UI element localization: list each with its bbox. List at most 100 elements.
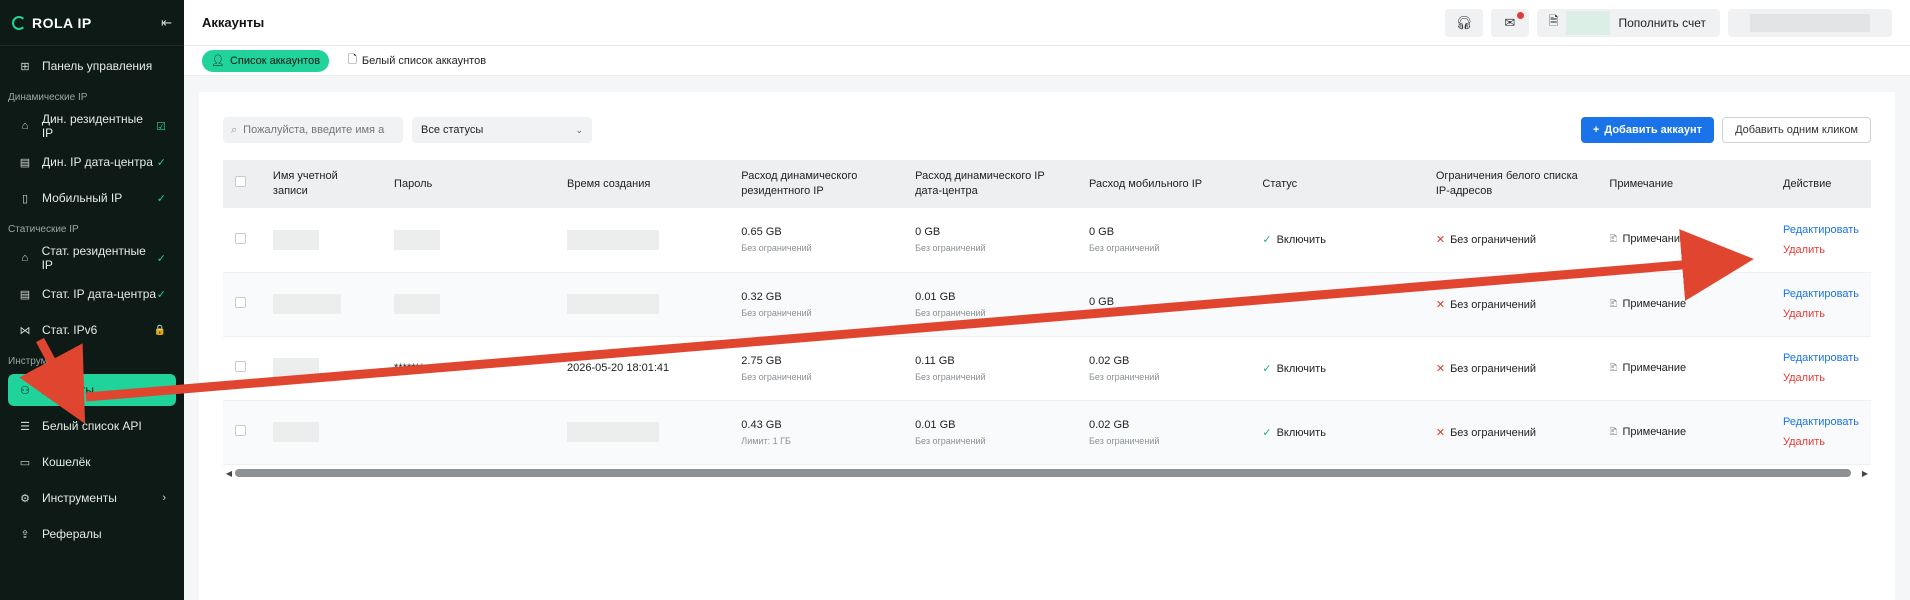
messages-button[interactable]: ✉ bbox=[1490, 8, 1529, 37]
status-cell[interactable] bbox=[1250, 272, 1423, 336]
status-select[interactable]: Все статусы ⌄ bbox=[412, 117, 592, 143]
sidebar-item[interactable]: ⌂ Стат. резидентные IP ✓ bbox=[8, 242, 176, 274]
mobile-usage-cell: 0.02 GB Без ограничений bbox=[1077, 400, 1250, 464]
col-header[interactable]: Имя учетной записи bbox=[260, 160, 383, 208]
server-icon: ▤ bbox=[19, 288, 31, 301]
select-cell[interactable] bbox=[223, 272, 261, 336]
tab-account-list[interactable]: 👤︎ Список аккаунтов bbox=[202, 49, 330, 72]
horizontal-scrollbar[interactable]: ◀ ▶ bbox=[223, 466, 1871, 480]
dc-limit: Без ограничений bbox=[915, 371, 986, 382]
status-cell[interactable]: ✓ Включить bbox=[1250, 336, 1423, 400]
col-header[interactable]: Ограничения белого списка IP-адресов bbox=[1423, 160, 1598, 208]
whitelist-value: Без ограничений bbox=[1450, 426, 1537, 439]
scroll-thumb[interactable] bbox=[235, 469, 1851, 477]
network-icon: ⋈ bbox=[19, 324, 31, 337]
check-icon: ✓ bbox=[156, 156, 166, 169]
row-checkbox[interactable] bbox=[235, 232, 246, 244]
row-checkbox[interactable] bbox=[235, 361, 246, 372]
redacted-value bbox=[272, 294, 341, 314]
add-account-button[interactable]: + Добавить аккаунт bbox=[1580, 117, 1715, 143]
col-header[interactable]: Пароль bbox=[382, 160, 556, 208]
mobile-usage-value: 0 GB bbox=[1088, 226, 1115, 239]
users-icon: ⚇ bbox=[20, 384, 30, 397]
scroll-track[interactable] bbox=[235, 469, 1859, 477]
sidebar-item[interactable]: ▭ Кошелёк bbox=[8, 446, 176, 478]
cross-icon: ✕ bbox=[1435, 426, 1446, 439]
status-cell[interactable]: ✓ Включить bbox=[1250, 208, 1423, 272]
sidebar-item[interactable]: ⋈ Стат. IPv6 🔒 bbox=[8, 314, 176, 346]
sidebar-item[interactable]: ▤ Стат. IP дата-центра ✓ bbox=[8, 278, 176, 310]
whitelist-cell: ✕ Без ограничений bbox=[1424, 272, 1598, 336]
sidebar-item-label: Рефералы bbox=[42, 527, 102, 541]
redacted-value bbox=[567, 422, 660, 442]
topup-button[interactable]: 🗎 Пополнить счет bbox=[1536, 8, 1720, 37]
sidebar-item[interactable]: ⊞ Панель управления bbox=[8, 50, 176, 82]
support-button[interactable]: 🎧︎ bbox=[1444, 8, 1483, 37]
col-header[interactable]: Расход динамического IP дата-центра bbox=[903, 160, 1077, 208]
action-cell: Редактировать Удалить bbox=[1771, 208, 1871, 272]
whitelist-cell: ✕ Без ограничений bbox=[1424, 336, 1598, 400]
mobile-usage-value: 0.02 GB bbox=[1088, 418, 1130, 431]
select-all-cell[interactable] bbox=[223, 160, 261, 208]
whitelist-value: Без ограничений bbox=[1450, 362, 1537, 375]
sidebar-item[interactable]: ☰ Белый список API bbox=[8, 410, 176, 442]
user-menu[interactable] bbox=[1728, 8, 1892, 37]
sidebar-item[interactable]: ▯ Мобильный IP ✓ bbox=[8, 182, 176, 214]
note-cell[interactable]: 🗈 Примечание bbox=[1597, 400, 1771, 464]
mobile-usage-cell: 0 GB Без ограничений bbox=[1077, 208, 1250, 272]
col-header[interactable]: Расход динамического резидентного IP bbox=[729, 160, 904, 208]
sidebar-item-label: Дин. IP дата-центра bbox=[42, 155, 153, 169]
select-cell[interactable] bbox=[223, 336, 261, 400]
select-all-checkbox[interactable] bbox=[235, 176, 246, 187]
sidebar-item[interactable]: ⌂ Дин. резидентные IP ☑ bbox=[8, 110, 176, 142]
redacted-value bbox=[567, 229, 660, 250]
select-cell[interactable] bbox=[223, 208, 261, 272]
col-header[interactable]: Расход мобильного IP bbox=[1076, 160, 1251, 208]
redacted-value bbox=[272, 358, 319, 378]
res-limit: Без ограничений bbox=[741, 243, 812, 254]
status-cell[interactable]: ✓ Включить bbox=[1250, 400, 1423, 464]
status-select-value: Все статусы bbox=[421, 124, 484, 136]
col-header[interactable]: Статус bbox=[1250, 160, 1424, 208]
delete-link[interactable]: Удалить bbox=[1783, 436, 1859, 448]
dc-usage-cell: 0.11 GB Без ограничений bbox=[903, 336, 1077, 400]
edit-link[interactable]: Редактировать bbox=[1783, 352, 1859, 364]
check-icon: ✓ bbox=[156, 252, 166, 265]
collapse-sidebar-icon[interactable]: ⇤ bbox=[161, 15, 172, 31]
note-cell[interactable]: 🗈 Примечание bbox=[1597, 272, 1771, 336]
sidebar-item[interactable]: ⚇ Аккаунты bbox=[8, 374, 176, 406]
select-cell[interactable] bbox=[223, 400, 261, 464]
status-value: Включить bbox=[1276, 362, 1326, 375]
delete-link[interactable]: Удалить bbox=[1783, 308, 1859, 320]
note-cell[interactable]: 🗈 Примечание bbox=[1597, 336, 1771, 400]
sidebar-section-label: Динамические IP bbox=[8, 92, 88, 103]
dc-usage-value: 0.01 GB bbox=[915, 290, 956, 303]
note-icon: 🗈 bbox=[1609, 361, 1618, 374]
edit-link[interactable]: Редактировать bbox=[1783, 224, 1859, 236]
delete-link[interactable]: Удалить bbox=[1783, 372, 1859, 384]
note-cell[interactable]: 🗈 Примечание bbox=[1597, 208, 1771, 272]
sidebar-item[interactable]: ⇪ Рефералы bbox=[8, 518, 176, 550]
table-row: 0.32 GB Без ограничений 0.01 GB Без ограни… bbox=[223, 272, 1871, 336]
sidebar-item[interactable]: ⚙ Инструменты › bbox=[8, 482, 176, 514]
add-oneclick-button[interactable]: Добавить одним кликом bbox=[1722, 117, 1871, 143]
scroll-right-icon[interactable]: ▶ bbox=[1859, 469, 1871, 478]
tab-account-whitelist[interactable]: 🗋 Белый список аккаунтов bbox=[339, 50, 495, 72]
delete-link[interactable]: Удалить bbox=[1783, 244, 1859, 256]
edit-link[interactable]: Редактировать bbox=[1783, 288, 1859, 300]
col-header[interactable]: Действие bbox=[1771, 160, 1871, 208]
col-header[interactable]: Примечание bbox=[1597, 160, 1771, 208]
search-box[interactable]: ⌕ bbox=[223, 117, 403, 143]
row-checkbox[interactable] bbox=[235, 425, 246, 436]
row-checkbox[interactable] bbox=[235, 297, 246, 308]
col-header[interactable]: Время создания bbox=[555, 160, 730, 208]
brand-name: ROLA IP bbox=[32, 14, 92, 31]
username-cell bbox=[261, 336, 382, 400]
edit-link[interactable]: Редактировать bbox=[1783, 416, 1859, 428]
res-limit: Без ограничений bbox=[741, 371, 812, 382]
check-icon: ✓ bbox=[1262, 426, 1272, 439]
scroll-left-icon[interactable]: ◀ bbox=[223, 469, 235, 478]
search-input[interactable] bbox=[243, 124, 394, 136]
dc-limit: Без ограничений bbox=[915, 435, 986, 446]
sidebar-item[interactable]: ▤ Дин. IP дата-центра ✓ bbox=[8, 146, 176, 178]
